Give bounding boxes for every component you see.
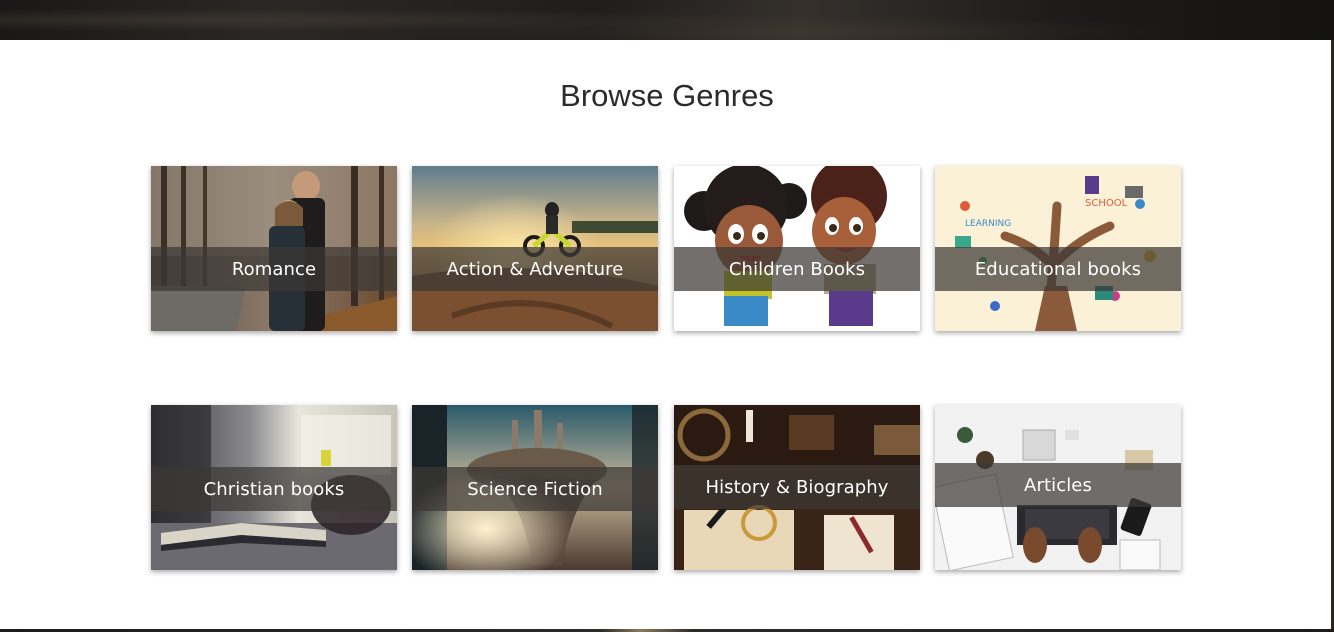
genre-band: Action & Adventure [412, 247, 658, 291]
genre-label: Articles [1024, 474, 1092, 496]
genre-card-action-adventure[interactable]: Action & Adventure [412, 166, 658, 331]
genre-band: Children Books [674, 247, 920, 291]
genre-band: Science Fiction [412, 467, 658, 511]
genre-band: Articles [935, 463, 1181, 507]
genre-band: Christian books [151, 467, 397, 511]
genre-card-romance[interactable]: Romance [151, 166, 397, 331]
svg-text:SCHOOL: SCHOOL [1085, 198, 1128, 209]
genre-card-articles[interactable]: Articles [935, 405, 1181, 570]
genre-card-science-fiction[interactable]: Science Fiction [412, 405, 658, 570]
genre-label: Romance [231, 258, 317, 280]
svg-text:LEARNING: LEARNING [965, 219, 1011, 229]
genre-card-children-books[interactable]: Children Books [674, 166, 920, 331]
genre-card-history-biography[interactable]: History & Biography [674, 405, 920, 570]
genre-label: Action & Adventure [446, 258, 624, 280]
top-hero-banner [0, 0, 1334, 40]
genre-label: History & Biography [705, 476, 889, 498]
genre-label: Science Fiction [467, 478, 603, 500]
genre-band: History & Biography [674, 465, 920, 509]
section-title: Browse Genres [560, 78, 774, 113]
genre-label: Educational books [974, 258, 1142, 280]
genre-band: Romance [151, 247, 397, 291]
genre-label: Children Books [728, 258, 866, 280]
genre-band: Educational books [935, 247, 1181, 291]
genre-card-educational-books[interactable]: SCHOOL LEARNING Educational books [935, 166, 1181, 331]
genre-card-christian-books[interactable]: Christian books [151, 405, 397, 570]
genre-label: Christian books [203, 478, 345, 500]
